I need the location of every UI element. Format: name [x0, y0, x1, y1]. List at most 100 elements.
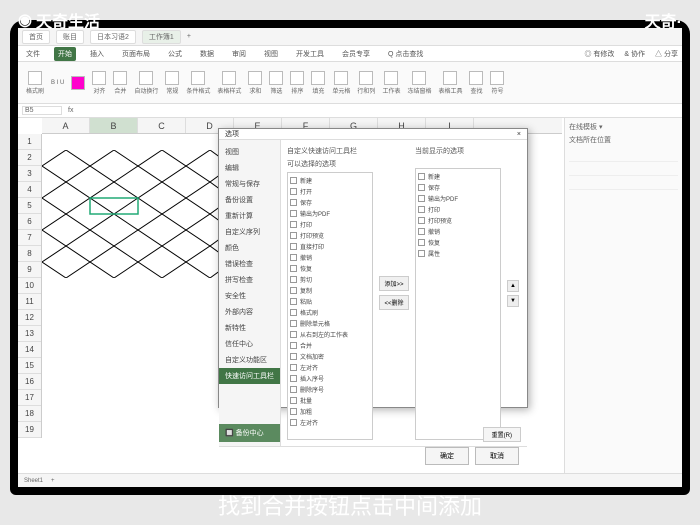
category-item[interactable]: 自定义序列: [219, 224, 280, 240]
list-item[interactable]: 删除单元格: [290, 318, 370, 329]
list-item[interactable]: 粘贴: [290, 296, 370, 307]
list-item[interactable]: 直接打印: [290, 241, 370, 252]
name-box[interactable]: B5: [22, 106, 62, 115]
list-item[interactable]: 输出为PDF: [418, 193, 498, 204]
row-14[interactable]: 14: [18, 342, 41, 358]
col-B[interactable]: B: [90, 118, 138, 133]
list-item[interactable]: 撤销: [418, 226, 498, 237]
ribbon-tab-layout[interactable]: 页面布局: [118, 47, 154, 61]
category-item[interactable]: 拼写检查: [219, 272, 280, 288]
list-item[interactable]: 恢复: [418, 237, 498, 248]
toolbar-font[interactable]: B I U: [49, 79, 66, 87]
list-item[interactable]: 属性: [418, 248, 498, 259]
list-item[interactable]: 新建: [290, 175, 370, 186]
toolbar-sort[interactable]: 排序: [288, 70, 306, 96]
doc-tab-3[interactable]: 工作簿1: [142, 30, 181, 44]
ok-button[interactable]: 确定: [425, 447, 469, 465]
ribbon-tab-file[interactable]: 文件: [22, 47, 44, 61]
list-item[interactable]: 新建: [418, 171, 498, 182]
category-item[interactable]: 信任中心: [219, 336, 280, 352]
toolbar-paste[interactable]: 格式刷: [24, 70, 46, 96]
ribbon-tab-formula[interactable]: 公式: [164, 47, 186, 61]
list-item[interactable]: 左对齐: [290, 362, 370, 373]
add-button[interactable]: 添加>>: [379, 276, 409, 291]
row-5[interactable]: 5: [18, 198, 41, 214]
toolbar-color[interactable]: [69, 75, 87, 91]
dialog-titlebar[interactable]: 选项 ×: [219, 129, 527, 140]
toolbar-table[interactable]: 表格工具: [436, 70, 464, 96]
list-item[interactable]: 合并: [290, 340, 370, 351]
list-item[interactable]: 文档加密: [290, 351, 370, 362]
remove-button[interactable]: <<删除: [379, 295, 409, 310]
category-item[interactable]: 外部内容: [219, 304, 280, 320]
toolbar-rowcol[interactable]: 行和列: [355, 70, 377, 96]
ribbon-tab-insert[interactable]: 插入: [86, 47, 108, 61]
row-16[interactable]: 16: [18, 374, 41, 390]
backup-center[interactable]: 🔲 备份中心: [219, 424, 280, 442]
row-15[interactable]: 15: [18, 358, 41, 374]
list-item[interactable]: 左对齐: [290, 417, 370, 428]
row-8[interactable]: 8: [18, 246, 41, 262]
toolbar-sum[interactable]: 求和: [246, 70, 264, 96]
list-item[interactable]: 打印预览: [418, 215, 498, 226]
category-item[interactable]: 颜色: [219, 240, 280, 256]
list-item[interactable]: 剪切: [290, 274, 370, 285]
move-down-button[interactable]: ▼: [507, 295, 519, 307]
list-item[interactable]: 保存: [290, 197, 370, 208]
list-item[interactable]: 恢复: [290, 263, 370, 274]
reset-button[interactable]: 重置(R): [483, 427, 521, 442]
toolbar-fill[interactable]: 填充: [309, 70, 327, 96]
list-item[interactable]: 打开: [290, 186, 370, 197]
row-3[interactable]: 3: [18, 166, 41, 182]
toolbar-format[interactable]: 常规: [163, 70, 181, 96]
toolbar-wrap[interactable]: 自动换行: [132, 70, 160, 96]
category-item[interactable]: 快速访问工具栏: [219, 368, 280, 384]
ribbon-tab-data[interactable]: 数据: [196, 47, 218, 61]
sheet-tab[interactable]: Sheet1: [24, 478, 43, 484]
ribbon-tab-member[interactable]: 会员专享: [338, 47, 374, 61]
ribbon-tab-dev[interactable]: 开发工具: [292, 47, 328, 61]
toolbar-merge[interactable]: 合并: [111, 70, 129, 96]
toolbar-cell[interactable]: 单元格: [330, 70, 352, 96]
row-4[interactable]: 4: [18, 182, 41, 198]
list-item[interactable]: 加粗: [290, 406, 370, 417]
toolbar-find[interactable]: 查找: [467, 70, 485, 96]
row-17[interactable]: 17: [18, 390, 41, 406]
list-item[interactable]: 打印: [290, 219, 370, 230]
category-item[interactable]: 新特性: [219, 320, 280, 336]
list-item[interactable]: 批量: [290, 395, 370, 406]
side-panel-title[interactable]: 在线模板 ▾: [569, 122, 678, 132]
list-item[interactable]: 保存: [418, 182, 498, 193]
new-sheet-button[interactable]: +: [51, 478, 55, 484]
ribbon-tab-home[interactable]: 开始: [54, 47, 76, 61]
row-19[interactable]: 19: [18, 422, 41, 438]
ribbon-right-2[interactable]: △ 分享: [655, 49, 678, 59]
row-12[interactable]: 12: [18, 310, 41, 326]
col-C[interactable]: C: [138, 118, 186, 133]
current-list[interactable]: 新建保存输出为PDF打印打印预览撤销恢复属性: [415, 168, 501, 440]
close-icon[interactable]: ×: [517, 131, 521, 138]
list-item[interactable]: 输出为PDF: [290, 208, 370, 219]
move-up-button[interactable]: ▲: [507, 280, 519, 292]
toolbar-condfmt[interactable]: 条件格式: [184, 70, 212, 96]
toolbar-sheet[interactable]: 工作表: [380, 70, 402, 96]
cancel-button[interactable]: 取消: [475, 447, 519, 465]
new-tab-button[interactable]: +: [187, 33, 191, 40]
ribbon-tab-view[interactable]: 视图: [260, 47, 282, 61]
toolbar-freeze[interactable]: 冻结窗格: [405, 70, 433, 96]
side-panel-search[interactable]: 文档所在位置: [569, 135, 678, 145]
list-item[interactable]: 复制: [290, 285, 370, 296]
toolbar-align[interactable]: 对齐: [90, 70, 108, 96]
toolbar-filter[interactable]: 筛选: [267, 70, 285, 96]
category-item[interactable]: 视图: [219, 144, 280, 160]
category-item[interactable]: 安全性: [219, 288, 280, 304]
ribbon-right-0[interactable]: ◎ 有修改: [584, 49, 614, 59]
list-item[interactable]: 打印: [418, 204, 498, 215]
ribbon-search[interactable]: Q 点击查找: [384, 47, 427, 61]
category-item[interactable]: 自定义功能区: [219, 352, 280, 368]
row-2[interactable]: 2: [18, 150, 41, 166]
category-item[interactable]: 备份设置: [219, 192, 280, 208]
list-item[interactable]: 格式刷: [290, 307, 370, 318]
list-item[interactable]: 撤销: [290, 252, 370, 263]
category-item[interactable]: 编辑: [219, 160, 280, 176]
